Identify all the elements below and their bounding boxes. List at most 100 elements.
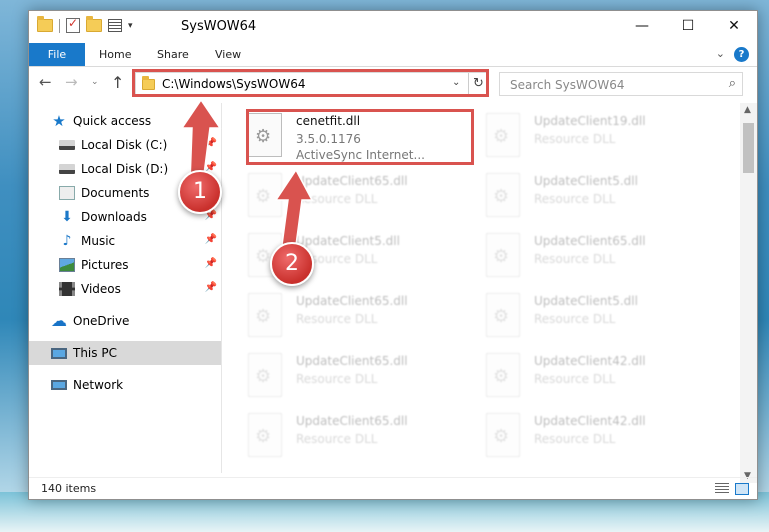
quick-access-toolbar: ▾ xyxy=(37,16,133,33)
refresh-icon[interactable]: ↻ xyxy=(468,73,488,95)
file-description: Resource DLL xyxy=(534,252,616,266)
status-bar: 140 items xyxy=(29,477,757,499)
dll-file-icon xyxy=(486,413,520,457)
new-folder-icon[interactable] xyxy=(86,16,102,32)
file-item-cenetfit[interactable]: cenetfit.dll 3.5.0.1176 ActiveSync Inter… xyxy=(242,107,472,165)
search-icon[interactable]: ⌕ xyxy=(729,76,736,91)
file-name: UpdateClient5.dll xyxy=(296,234,400,248)
dll-file-icon xyxy=(486,293,520,337)
file-description: ActiveSync Internet... xyxy=(296,148,425,162)
pictures-icon xyxy=(59,258,75,272)
search-input[interactable]: Search SysWOW64 ⌕ xyxy=(499,72,743,96)
navigation-bar: ← → ⌄ ↑ C:\Windows\SysWOW64 ⌄ ↻ Search S… xyxy=(29,69,757,99)
downloads-icon: ⬇ xyxy=(61,209,73,225)
file-item[interactable]: UpdateClient65.dll Resource DLL xyxy=(242,167,472,225)
file-item[interactable]: UpdateClient42.dll Resource DLL xyxy=(480,407,710,465)
sidebar-item-this-pc[interactable]: This PC xyxy=(29,341,221,365)
forward-arrow-icon[interactable]: → xyxy=(65,73,78,91)
file-description: Resource DLL xyxy=(534,372,616,386)
file-description: Resource DLL xyxy=(296,432,378,446)
sidebar-item-quick-access[interactable]: ★ Quick access xyxy=(51,109,243,133)
sidebar-item-label: Pictures xyxy=(81,258,129,272)
scroll-up-icon[interactable]: ▲ xyxy=(744,105,751,115)
tab-view[interactable]: View xyxy=(215,43,241,66)
sidebar-item-label: Downloads xyxy=(81,210,147,224)
file-item[interactable]: UpdateClient65.dll Resource DLL xyxy=(242,407,472,465)
vertical-scrollbar[interactable]: ▲ ▼ xyxy=(740,103,757,483)
chevron-down-icon[interactable]: ▾ xyxy=(128,21,133,31)
dll-file-icon xyxy=(486,353,520,397)
recent-locations-icon[interactable]: ⌄ xyxy=(91,77,99,87)
pin-icon: 📌 xyxy=(204,138,217,149)
ribbon-tabs: File Home Share View ⌄ ? xyxy=(29,43,757,67)
file-description: Resource DLL xyxy=(534,432,616,446)
up-arrow-icon[interactable]: ↑ xyxy=(111,73,124,92)
file-explorer-window: ▾ SysWOW64 — ☐ ✕ File Home Share View ⌄ … xyxy=(28,10,758,500)
close-button[interactable]: ✕ xyxy=(711,11,757,41)
onedrive-icon: ☁ xyxy=(51,311,67,330)
sidebar-item-label: OneDrive xyxy=(73,314,130,328)
file-name: UpdateClient42.dll xyxy=(534,414,646,428)
file-name: UpdateClient19.dll xyxy=(534,114,646,128)
file-item[interactable]: UpdateClient5.dll Resource DLL xyxy=(480,287,710,345)
file-name: UpdateClient65.dll xyxy=(296,414,408,428)
sidebar-item-music[interactable]: ♪ Music 📌 xyxy=(59,229,221,253)
file-item[interactable]: UpdateClient5.dll Resource DLL xyxy=(480,167,710,225)
minimize-button[interactable]: — xyxy=(619,11,665,41)
folder-icon xyxy=(142,76,155,90)
videos-icon xyxy=(59,282,75,296)
window-title: SysWOW64 xyxy=(181,19,257,34)
dll-file-icon xyxy=(486,173,520,217)
sidebar-item-videos[interactable]: Videos 📌 xyxy=(59,277,221,301)
customize-view-icon[interactable] xyxy=(108,19,122,32)
sidebar-item-label: Quick access xyxy=(73,114,152,128)
navigation-pane: ★ Quick access Local Disk (C:) 📌 Local D… xyxy=(29,103,222,473)
sidebar-item-label: Music xyxy=(81,234,116,248)
file-description: Resource DLL xyxy=(534,312,616,326)
expand-ribbon-icon[interactable]: ⌄ xyxy=(716,47,725,60)
properties-icon[interactable] xyxy=(66,16,80,33)
file-name: UpdateClient65.dll xyxy=(296,354,408,368)
details-view-icon[interactable] xyxy=(715,483,729,495)
dll-file-icon xyxy=(486,233,520,277)
file-item[interactable]: UpdateClient65.dll Resource DLL xyxy=(242,287,472,345)
file-item[interactable]: UpdateClient19.dll Resource DLL xyxy=(480,107,710,165)
address-path[interactable]: C:\Windows\SysWOW64 xyxy=(162,77,306,91)
dll-file-icon xyxy=(248,413,282,457)
file-name: UpdateClient5.dll xyxy=(534,294,638,308)
scroll-thumb[interactable] xyxy=(743,123,754,173)
dll-file-icon xyxy=(248,293,282,337)
file-item[interactable]: UpdateClient65.dll Resource DLL xyxy=(480,227,710,285)
maximize-button[interactable]: ☐ xyxy=(665,11,711,41)
sidebar-item-local-disk-c[interactable]: Local Disk (C:) 📌 xyxy=(59,133,221,157)
drive-icon xyxy=(59,164,75,174)
sidebar-item-label: This PC xyxy=(73,346,117,360)
network-icon xyxy=(51,380,67,390)
tab-share[interactable]: Share xyxy=(157,43,189,66)
sidebar-item-pictures[interactable]: Pictures 📌 xyxy=(59,253,221,277)
sidebar-item-network[interactable]: Network xyxy=(51,373,221,397)
chevron-down-icon[interactable]: ⌄ xyxy=(452,77,460,88)
window-controls: — ☐ ✕ xyxy=(619,11,757,41)
file-item[interactable]: UpdateClient65.dll Resource DLL xyxy=(242,347,472,405)
help-icon[interactable]: ? xyxy=(734,47,749,62)
folder-icon xyxy=(37,16,53,32)
back-arrow-icon[interactable]: ← xyxy=(39,73,52,91)
file-description: Resource DLL xyxy=(296,372,378,386)
file-item[interactable]: UpdateClient42.dll Resource DLL xyxy=(480,347,710,405)
file-description: Resource DLL xyxy=(296,312,378,326)
tab-home[interactable]: Home xyxy=(99,43,131,66)
file-name: cenetfit.dll xyxy=(296,114,361,128)
large-icons-view-icon[interactable] xyxy=(735,483,749,495)
file-name: UpdateClient65.dll xyxy=(534,234,646,248)
step-badge-2: 2 xyxy=(270,242,314,286)
dll-file-icon xyxy=(486,113,520,157)
file-description: Resource DLL xyxy=(534,132,616,146)
pin-icon: 📌 xyxy=(204,258,217,269)
dll-file-icon xyxy=(248,353,282,397)
address-bar[interactable]: C:\Windows\SysWOW64 ⌄ ↻ xyxy=(135,72,487,96)
tab-file[interactable]: File xyxy=(29,43,85,66)
pin-icon: 📌 xyxy=(204,282,217,293)
sidebar-item-onedrive[interactable]: ☁ OneDrive xyxy=(51,309,221,333)
title-bar: ▾ SysWOW64 — ☐ ✕ xyxy=(29,11,757,43)
